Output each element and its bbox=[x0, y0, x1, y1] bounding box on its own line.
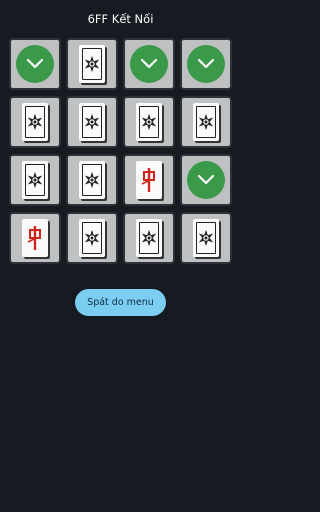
tile-back[interactable] bbox=[66, 154, 118, 206]
star-emblem-icon bbox=[84, 55, 100, 73]
star-emblem-icon bbox=[141, 113, 157, 131]
star-emblem-icon bbox=[198, 113, 214, 131]
star-emblem-icon bbox=[84, 229, 100, 247]
tile-back[interactable] bbox=[9, 96, 61, 148]
chevron-down-icon bbox=[197, 58, 215, 69]
star-emblem-icon bbox=[27, 171, 43, 189]
tile-back[interactable] bbox=[180, 96, 232, 148]
matched-badge bbox=[187, 45, 225, 83]
matched-badge bbox=[16, 45, 54, 83]
tile-back[interactable] bbox=[123, 96, 175, 148]
page-title: 6FF Kết Nối bbox=[87, 12, 154, 26]
card-back bbox=[22, 103, 48, 141]
card-back bbox=[136, 103, 162, 141]
star-emblem-icon bbox=[84, 171, 100, 189]
chevron-down-icon bbox=[197, 174, 215, 185]
star-emblem-icon bbox=[198, 229, 214, 247]
card-back bbox=[22, 161, 48, 199]
star-emblem-icon bbox=[141, 229, 157, 247]
tile-matched bbox=[180, 154, 232, 206]
red-dragon-icon bbox=[141, 168, 155, 192]
chevron-down-icon bbox=[140, 58, 158, 69]
tile-back[interactable] bbox=[66, 212, 118, 264]
card-back bbox=[136, 219, 162, 257]
back-to-menu-button[interactable]: Spát do menu bbox=[75, 289, 166, 316]
tile-back[interactable] bbox=[123, 212, 175, 264]
card-back bbox=[79, 45, 105, 83]
tile-back[interactable] bbox=[9, 154, 61, 206]
card-face bbox=[22, 219, 48, 257]
card-back bbox=[193, 219, 219, 257]
tile-face[interactable] bbox=[9, 212, 61, 264]
card-back bbox=[79, 161, 105, 199]
red-dragon-icon bbox=[27, 226, 41, 250]
tile-back[interactable] bbox=[180, 212, 232, 264]
matched-badge bbox=[187, 161, 225, 199]
card-back bbox=[79, 103, 105, 141]
tile-matched bbox=[180, 38, 232, 90]
card-face bbox=[136, 161, 162, 199]
tile-matched bbox=[9, 38, 61, 90]
tile-back[interactable] bbox=[66, 38, 118, 90]
chevron-down-icon bbox=[26, 58, 44, 69]
card-back bbox=[79, 219, 105, 257]
tile-matched bbox=[123, 38, 175, 90]
star-emblem-icon bbox=[27, 113, 43, 131]
star-emblem-icon bbox=[84, 113, 100, 131]
matched-badge bbox=[130, 45, 168, 83]
tile-face[interactable] bbox=[123, 154, 175, 206]
tile-back[interactable] bbox=[66, 96, 118, 148]
tile-grid bbox=[9, 38, 232, 264]
card-back bbox=[193, 103, 219, 141]
